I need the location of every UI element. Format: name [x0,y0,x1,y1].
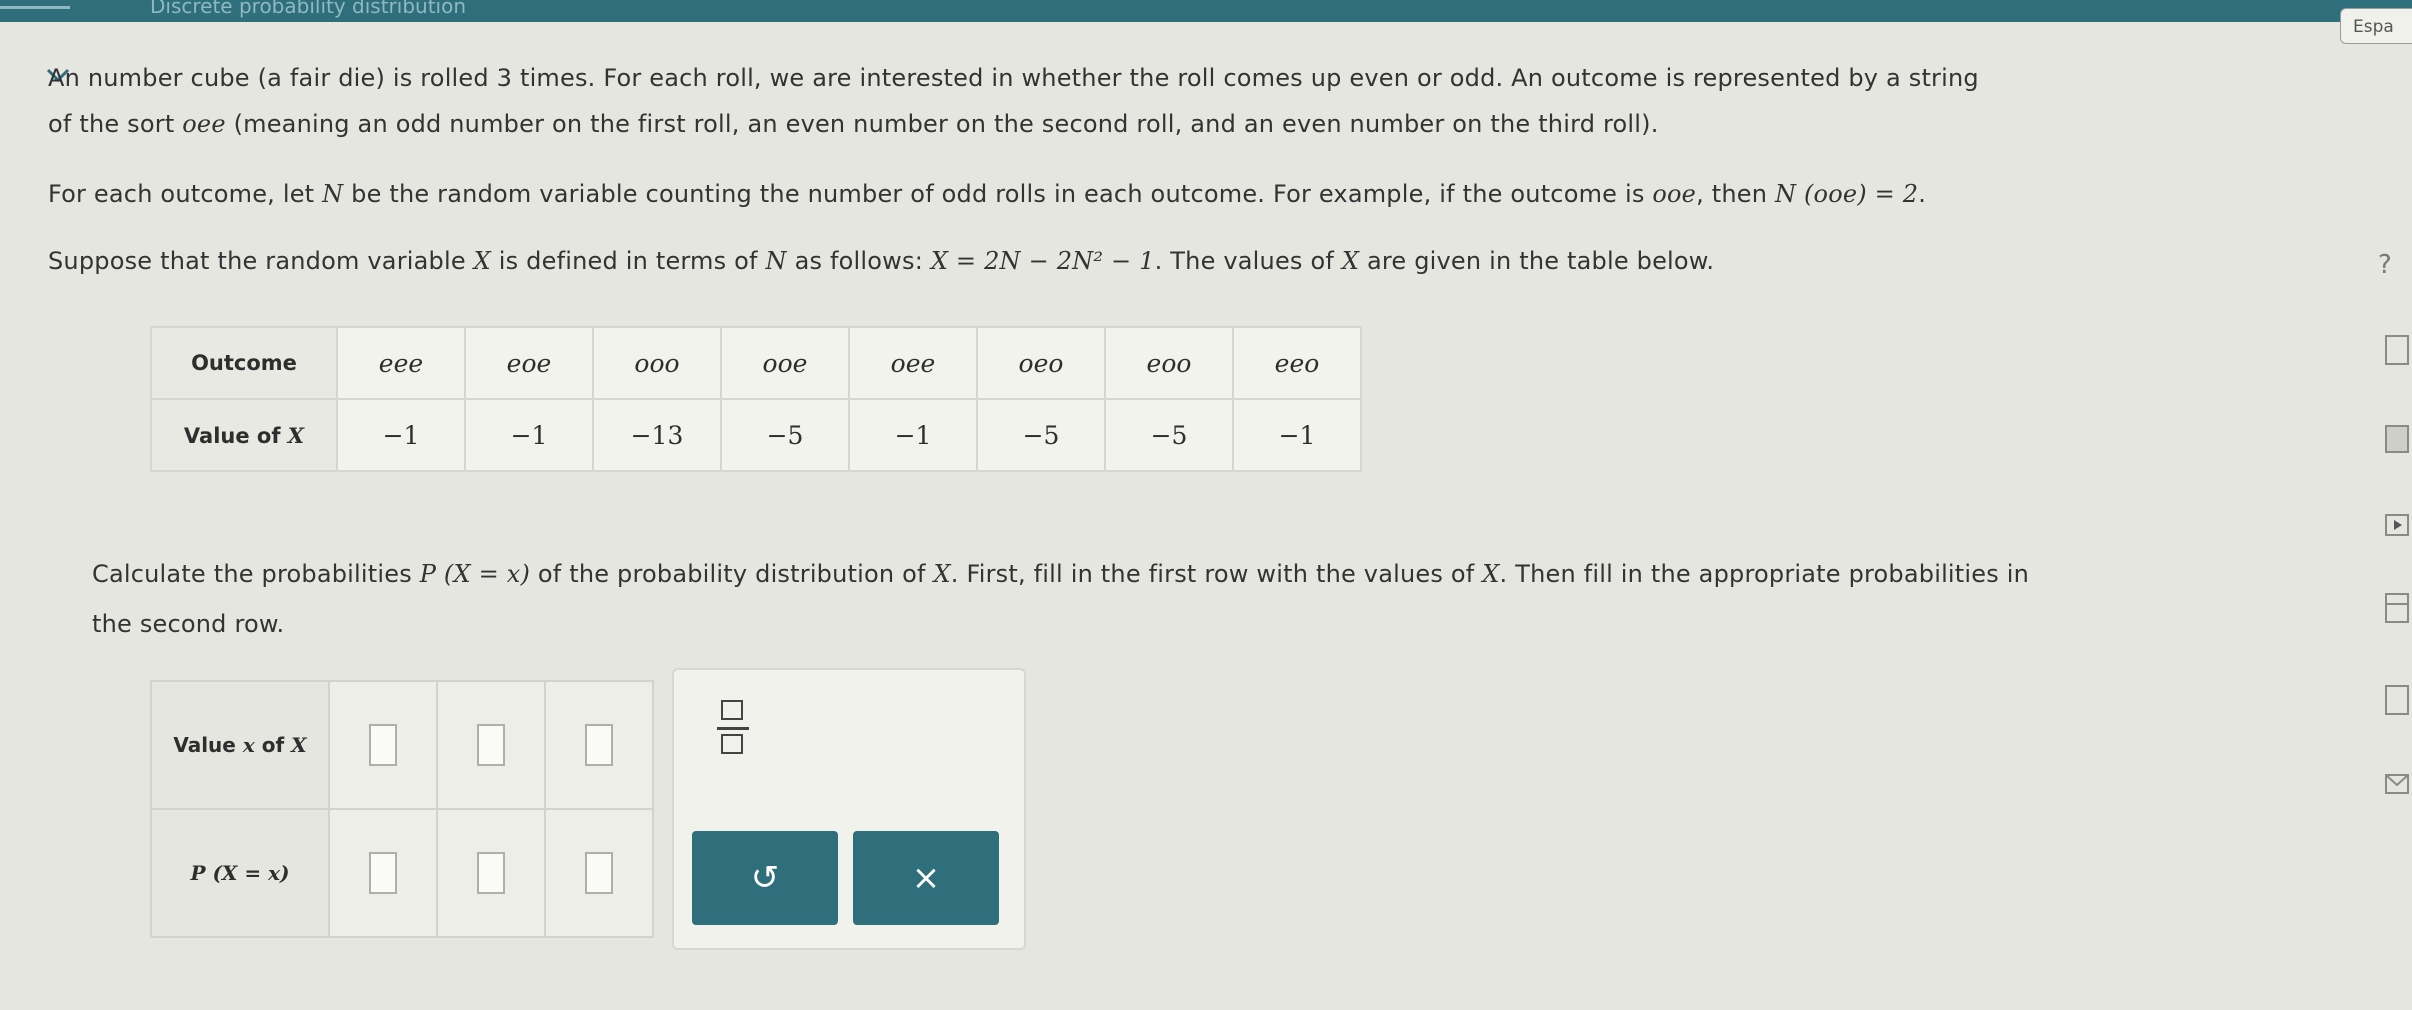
outcome-row: Outcome eee eoe ooo ooe oee oeo eoo eeo [150,326,1362,400]
outcome-cell: eee [336,326,466,400]
value-cell: −1 [336,398,466,472]
value-input-cell[interactable] [328,680,438,810]
outcome-cell: eoe [464,326,594,400]
menu-dash[interactable] [0,6,70,9]
value-input[interactable] [585,724,613,766]
answer-probability-row: P (X = x) [150,808,654,938]
value-input[interactable] [369,724,397,766]
outcome-cell: ooe [720,326,850,400]
mail-icon[interactable] [2378,765,2412,805]
notes-icon[interactable] [2378,680,2412,720]
probability-input[interactable] [477,852,505,894]
instruction-line-1: Calculate the probabilities P (X = x) of… [92,560,2030,588]
outcome-header: Outcome [150,326,338,400]
outcome-cell: oee [848,326,978,400]
value-cell: −5 [720,398,850,472]
value-input[interactable] [477,724,505,766]
top-bar: Discrete probability distribution [0,0,2412,22]
problem-line-1: An number cube (a fair die) is rolled 3 … [48,64,1979,92]
outcome-cell: eeo [1232,326,1362,400]
outcome-cell: eoo [1104,326,1234,400]
value-cell: −13 [592,398,722,472]
fraction-icon[interactable] [717,700,749,760]
answer-value-row: Value x of X [150,680,654,810]
answer-probability-label: P (X = x) [150,808,330,938]
undo-button[interactable]: ↺ [692,831,838,925]
value-cell: −1 [1232,398,1362,472]
probability-input-cell[interactable] [328,808,438,938]
value-input-cell[interactable] [544,680,654,810]
problem-line-2: of the sort oee (meaning an odd number o… [48,110,1659,138]
problem-line-3: For each outcome, let N be the random va… [48,180,1927,208]
outcome-cell: ooo [592,326,722,400]
instruction-line-2: the second row. [92,610,285,638]
outcome-cell: oeo [976,326,1106,400]
probability-input[interactable] [585,852,613,894]
value-cell: −1 [464,398,594,472]
expand-button[interactable]: Espa [2340,8,2412,44]
book-icon[interactable] [2378,420,2412,460]
help-icon[interactable]: ? [2378,250,2412,290]
page-title: Discrete probability distribution [150,0,467,18]
value-cell: −5 [976,398,1106,472]
value-header: Value of X [150,398,338,472]
answer-table: Value x of X P (X = x) [150,680,654,938]
clear-button[interactable]: × [853,831,999,925]
probability-input-cell[interactable] [544,808,654,938]
video-icon[interactable] [2378,505,2412,545]
value-input-cell[interactable] [436,680,546,810]
probability-input[interactable] [369,852,397,894]
outcome-value-table: Outcome eee eoe ooo ooe oee oeo eoo eeo … [150,326,1362,472]
probability-input-cell[interactable] [436,808,546,938]
value-row: Value of X −1 −1 −13 −5 −1 −5 −5 −1 [150,398,1362,472]
table-icon[interactable] [2378,588,2412,628]
answer-value-label: Value x of X [150,680,330,810]
problem-line-4: Suppose that the random variable X is de… [48,247,1715,275]
calculator-icon[interactable] [2378,330,2412,370]
value-cell: −5 [1104,398,1234,472]
value-cell: −1 [848,398,978,472]
